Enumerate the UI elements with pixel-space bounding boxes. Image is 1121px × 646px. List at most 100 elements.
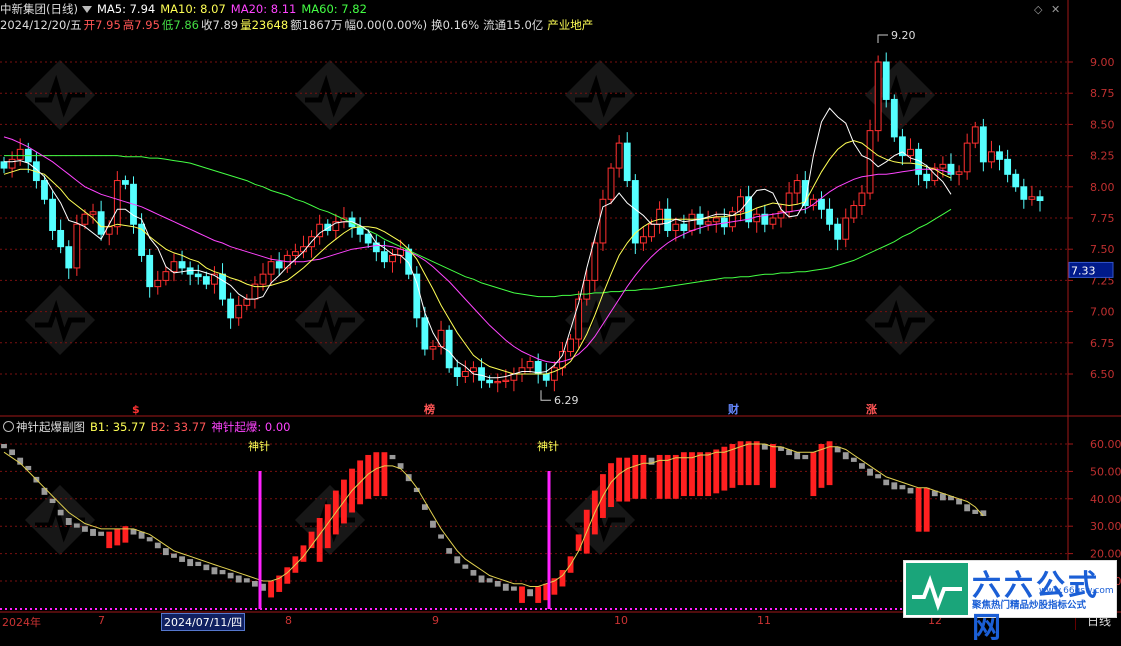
signal-label: 神针起爆: 0.00 — [211, 420, 291, 434]
b1-bar — [114, 528, 121, 546]
b1-bar — [73, 523, 80, 528]
b1-label: B1: 35.77 — [90, 420, 146, 434]
b1-bar — [907, 487, 914, 494]
b1-bar — [211, 567, 218, 575]
b1-bar — [470, 570, 477, 576]
price-tick-label: 8.25 — [1090, 150, 1115, 163]
candle — [445, 325, 453, 373]
candle — [607, 163, 615, 205]
low-annotation: 6.29 — [554, 394, 579, 407]
b1-bar — [219, 570, 226, 575]
ma60-label: MA60: 7.82 — [301, 2, 367, 16]
chg-value: 0.00(0.00%) — [355, 18, 428, 32]
ma10-label: MA10: 8.07 — [160, 2, 226, 16]
b1-bar — [478, 575, 485, 583]
b1-bar — [769, 444, 776, 488]
b1-bar — [867, 468, 873, 476]
b1-bar — [227, 572, 234, 579]
b1-bar — [187, 559, 194, 567]
price-tick-label: 9.00 — [1090, 56, 1115, 69]
price-tick-label: 8.00 — [1090, 181, 1115, 194]
sub-tick-label: 20.00 — [1090, 548, 1121, 561]
event-marker: 涨 — [866, 402, 877, 416]
b1-bar — [316, 517, 323, 562]
price-tick-label: 7.75 — [1090, 212, 1115, 225]
b1-bar — [9, 449, 16, 456]
high-label: 高 — [122, 18, 135, 32]
event-marker: 榜 — [424, 402, 435, 416]
vol-value: 23648 — [251, 18, 289, 32]
event-marker: 财 — [727, 402, 739, 416]
date-2024: 2024年 — [2, 616, 41, 629]
b1-bar — [672, 454, 679, 499]
b1-bar — [243, 578, 250, 583]
b1-bar — [462, 564, 469, 569]
price-tick-label: 8.50 — [1090, 118, 1115, 131]
b1-bar — [373, 452, 380, 497]
b1-bar — [915, 487, 922, 532]
high-value: 7.95 — [134, 18, 160, 32]
quote-date: 2024/12/20/五 — [0, 18, 82, 32]
logo-url: www.66gsw.com — [1039, 586, 1114, 596]
b1-bar — [438, 534, 444, 539]
close-icon[interactable]: ✕ — [1051, 3, 1060, 16]
sub-dropdown-icon[interactable] — [3, 421, 14, 432]
b1-bar — [65, 517, 72, 525]
stock-title[interactable]: 中新集团(日线) — [0, 2, 78, 16]
quote-info: 2024/12/20/五 开7.95 高7.95 低7.86 收7.89 量23648 额1… — [0, 17, 598, 33]
b1-bar — [689, 452, 695, 497]
b1-bar — [616, 457, 623, 502]
sub-tick-label: 30.00 — [1090, 520, 1121, 533]
vol-label: 量 — [240, 18, 252, 32]
turn-label: 换 — [431, 18, 443, 32]
candle — [890, 94, 898, 142]
b1-bar — [883, 479, 890, 486]
candle — [599, 189, 607, 251]
b1-bar — [745, 441, 752, 486]
open-value: 7.95 — [95, 18, 121, 32]
current-price-label: 7.33 — [1071, 264, 1096, 277]
b1-bar — [527, 589, 534, 597]
b1-bar — [859, 463, 865, 469]
b1-bar — [381, 452, 388, 497]
b1-bar — [57, 509, 64, 516]
b1-bar — [179, 556, 185, 562]
sub-title[interactable]: 神针起爆副图 — [16, 420, 85, 434]
chg-label: 幅 — [344, 18, 356, 32]
b1-bar — [430, 520, 436, 528]
b1-bar — [235, 575, 242, 583]
float-value: 15.0亿 — [506, 18, 544, 32]
b1-bar — [98, 531, 105, 536]
b1-bar — [640, 454, 647, 499]
b1-bar — [923, 487, 930, 532]
b1-bar — [494, 581, 501, 587]
logo-subtitle: 聚焦热门精品炒股指标公式 — [972, 600, 1087, 611]
watermark-logo: 六六公式网 www.66gsw.com 聚焦热门精品炒股指标公式 — [903, 560, 1117, 644]
b1-bar — [389, 454, 396, 460]
diamond-icon[interactable]: ◇ — [1034, 3, 1042, 16]
b1-bar — [41, 487, 48, 495]
b1-bar — [49, 498, 56, 503]
b1-bar — [502, 583, 509, 591]
b1-bar — [632, 454, 639, 499]
b1-bar — [753, 441, 760, 486]
price-tick-label: 7.50 — [1090, 243, 1115, 256]
b1-bar — [171, 553, 177, 558]
candle — [874, 55, 882, 142]
open-label: 开 — [83, 18, 96, 32]
sub-tick-label: 50.00 — [1090, 465, 1121, 478]
close-label: 收 — [201, 18, 213, 32]
b1-bar — [721, 446, 728, 491]
chevron-down-icon[interactable] — [81, 6, 92, 13]
stock-chart[interactable]: 神针 神针 9.008.758.508.258.007.757.507.257.0… — [0, 0, 1121, 630]
date-9: 9 — [432, 614, 439, 627]
sector-label[interactable]: 产业地产 — [547, 18, 593, 32]
price-tick-label: 8.75 — [1090, 87, 1115, 100]
b1-bar — [486, 578, 493, 583]
price-tick-label: 6.50 — [1090, 368, 1115, 381]
b1-bar — [794, 452, 801, 460]
b1-bar — [106, 531, 113, 549]
b1-bar — [680, 452, 687, 497]
price-tick-label: 6.75 — [1090, 337, 1115, 350]
b1-bar — [195, 561, 202, 567]
